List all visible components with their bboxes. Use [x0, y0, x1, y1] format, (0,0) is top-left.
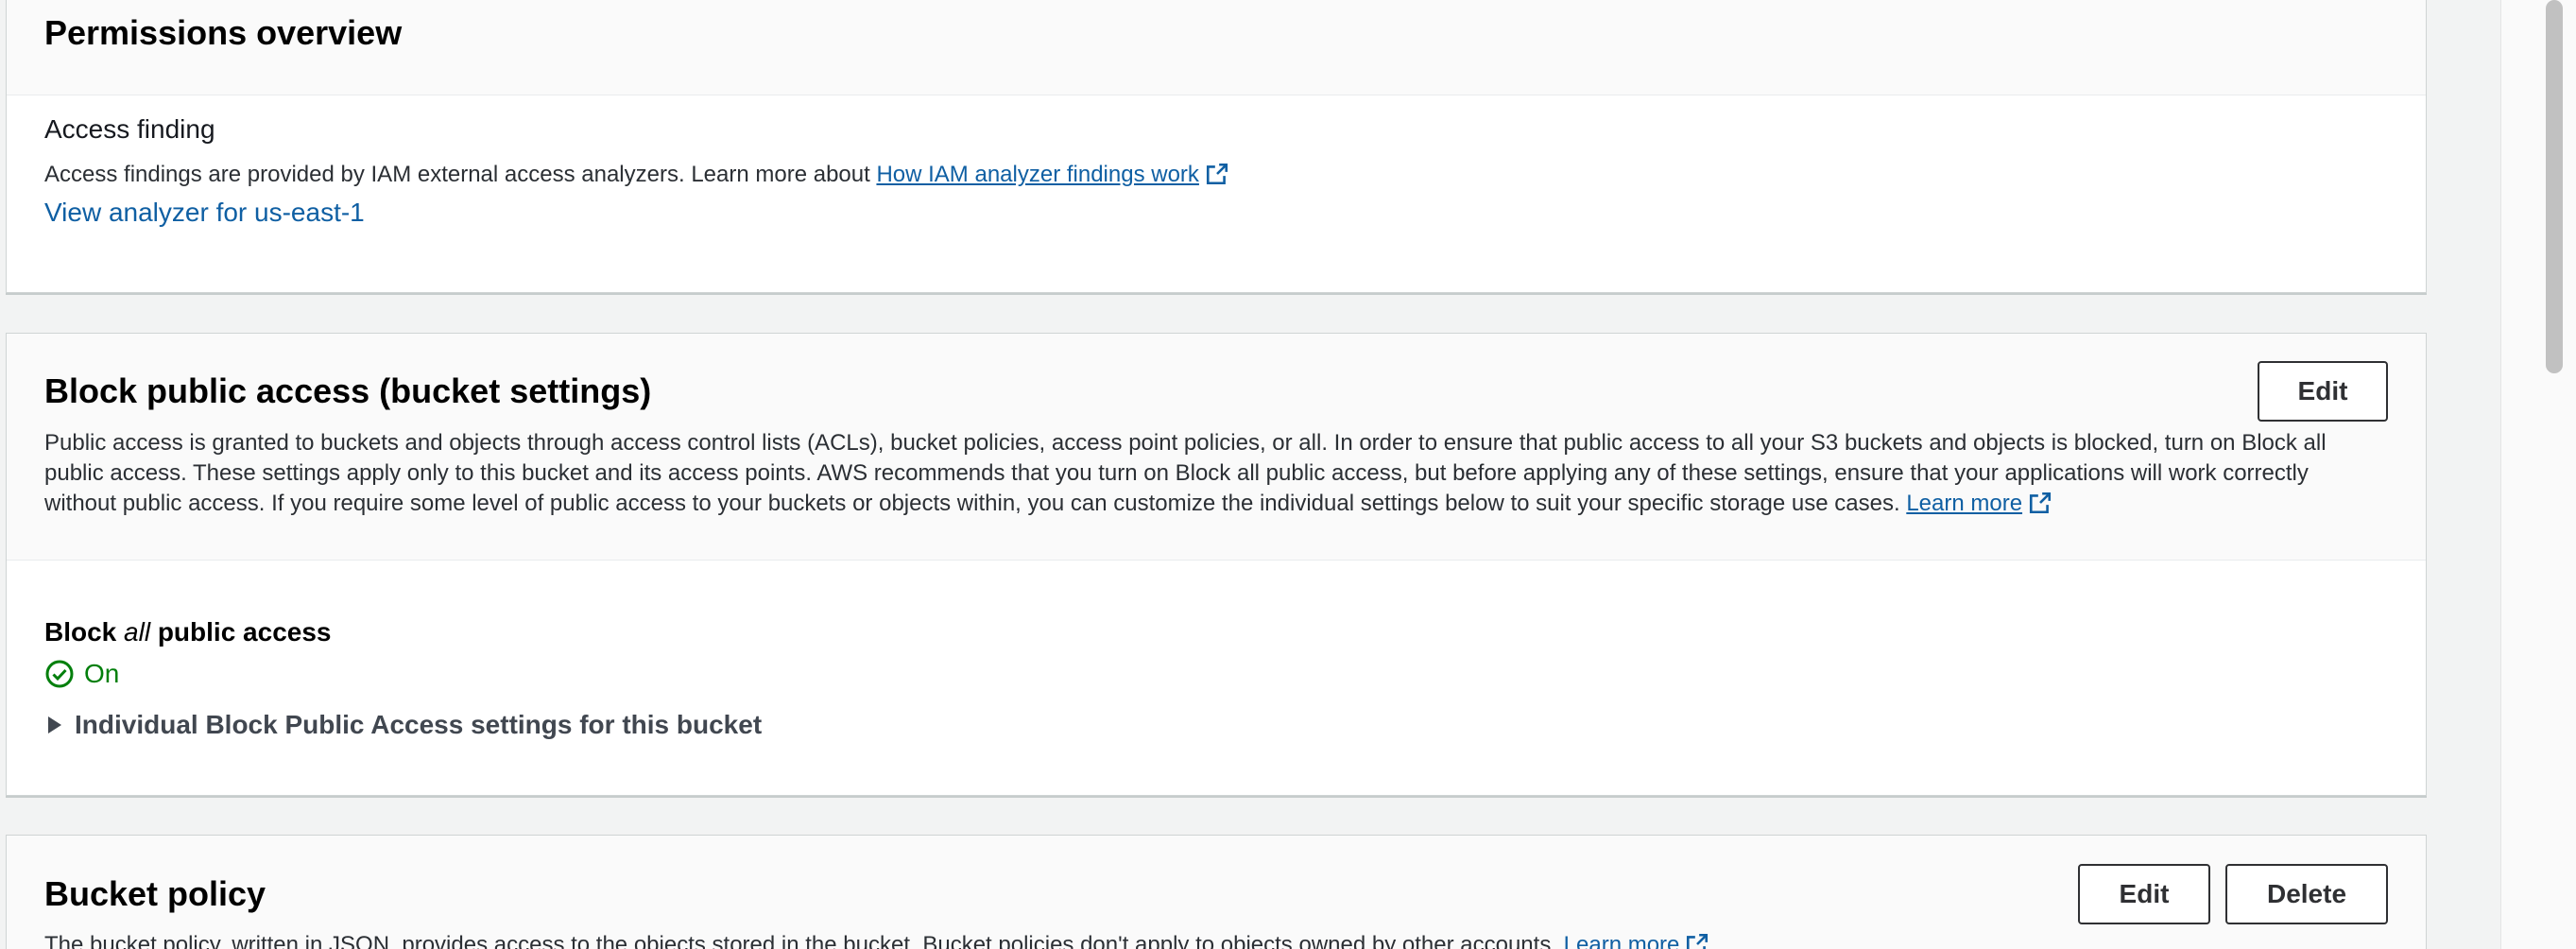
block-public-access-card: Block public access (bucket settings) Ed… [6, 333, 2427, 796]
bucket-policy-description: The bucket policy, written in JSON, prov… [44, 930, 1709, 949]
permissions-overview-card: Permissions overview Access finding Acce… [6, 0, 2427, 293]
bucket-policy-edit-button[interactable]: Edit [2078, 864, 2210, 924]
permissions-overview-body: Access finding Access findings are provi… [7, 95, 2426, 292]
block-all-label-emphasis: all [124, 617, 151, 647]
individual-settings-expander[interactable]: Individual Block Public Access settings … [44, 710, 762, 740]
block-public-access-learn-more-link[interactable]: Learn more [1906, 491, 2052, 516]
individual-settings-label: Individual Block Public Access settings … [75, 710, 763, 739]
bucket-policy-title: Bucket policy [44, 874, 266, 913]
bucket-policy-learn-more-link[interactable]: Learn more [1564, 932, 1710, 949]
check-circle-icon [45, 660, 74, 688]
external-link-icon [1206, 163, 1228, 185]
status-text: On [84, 659, 120, 688]
block-all-label-suffix: public access [150, 617, 332, 647]
caret-right-icon [48, 716, 61, 733]
bucket-policy-header: Bucket policy Edit Delete The bucket pol… [7, 836, 2426, 949]
bucket-policy-description-text: The bucket policy, written in JSON, prov… [44, 932, 1564, 949]
block-all-label-prefix: Block [44, 617, 125, 647]
vertical-scrollbar[interactable] [2500, 0, 2576, 949]
scrollbar-thumb[interactable] [2546, 0, 2563, 373]
iam-analyzer-findings-link-text: How IAM analyzer findings work [876, 162, 1199, 187]
external-link-icon [2029, 492, 2052, 514]
block-all-public-access-label: Block all public access [44, 617, 331, 647]
bucket-policy-card: Bucket policy Edit Delete The bucket pol… [6, 835, 2427, 949]
permissions-overview-header: Permissions overview [7, 0, 2426, 95]
bucket-policy-learn-more-text: Learn more [1563, 932, 1680, 949]
bucket-policy-delete-button[interactable]: Delete [2225, 864, 2388, 924]
block-public-access-learn-more-text: Learn more [1906, 491, 2023, 516]
external-link-icon [1687, 933, 1709, 949]
block-public-access-title: Block public access (bucket settings) [44, 371, 652, 410]
view-analyzer-link[interactable]: View analyzer for us-east-1 [44, 198, 365, 228]
access-finding-description: Access findings are provided by IAM exte… [44, 160, 1229, 190]
block-public-access-edit-button[interactable]: Edit [2258, 361, 2388, 422]
block-all-public-access-status: On [44, 659, 119, 689]
block-public-access-header: Block public access (bucket settings) Ed… [7, 334, 2426, 561]
block-public-access-description: Public access is granted to buckets and … [44, 428, 2369, 519]
permissions-overview-title: Permissions overview [44, 13, 403, 52]
access-finding-description-text: Access findings are provided by IAM exte… [44, 162, 877, 187]
iam-analyzer-findings-link[interactable]: How IAM analyzer findings work [876, 162, 1228, 187]
block-public-access-body: Block all public access On Individual Bl… [7, 561, 2426, 795]
viewport: Permissions overview Access finding Acce… [0, 0, 2576, 949]
access-finding-label: Access finding [44, 114, 215, 144]
